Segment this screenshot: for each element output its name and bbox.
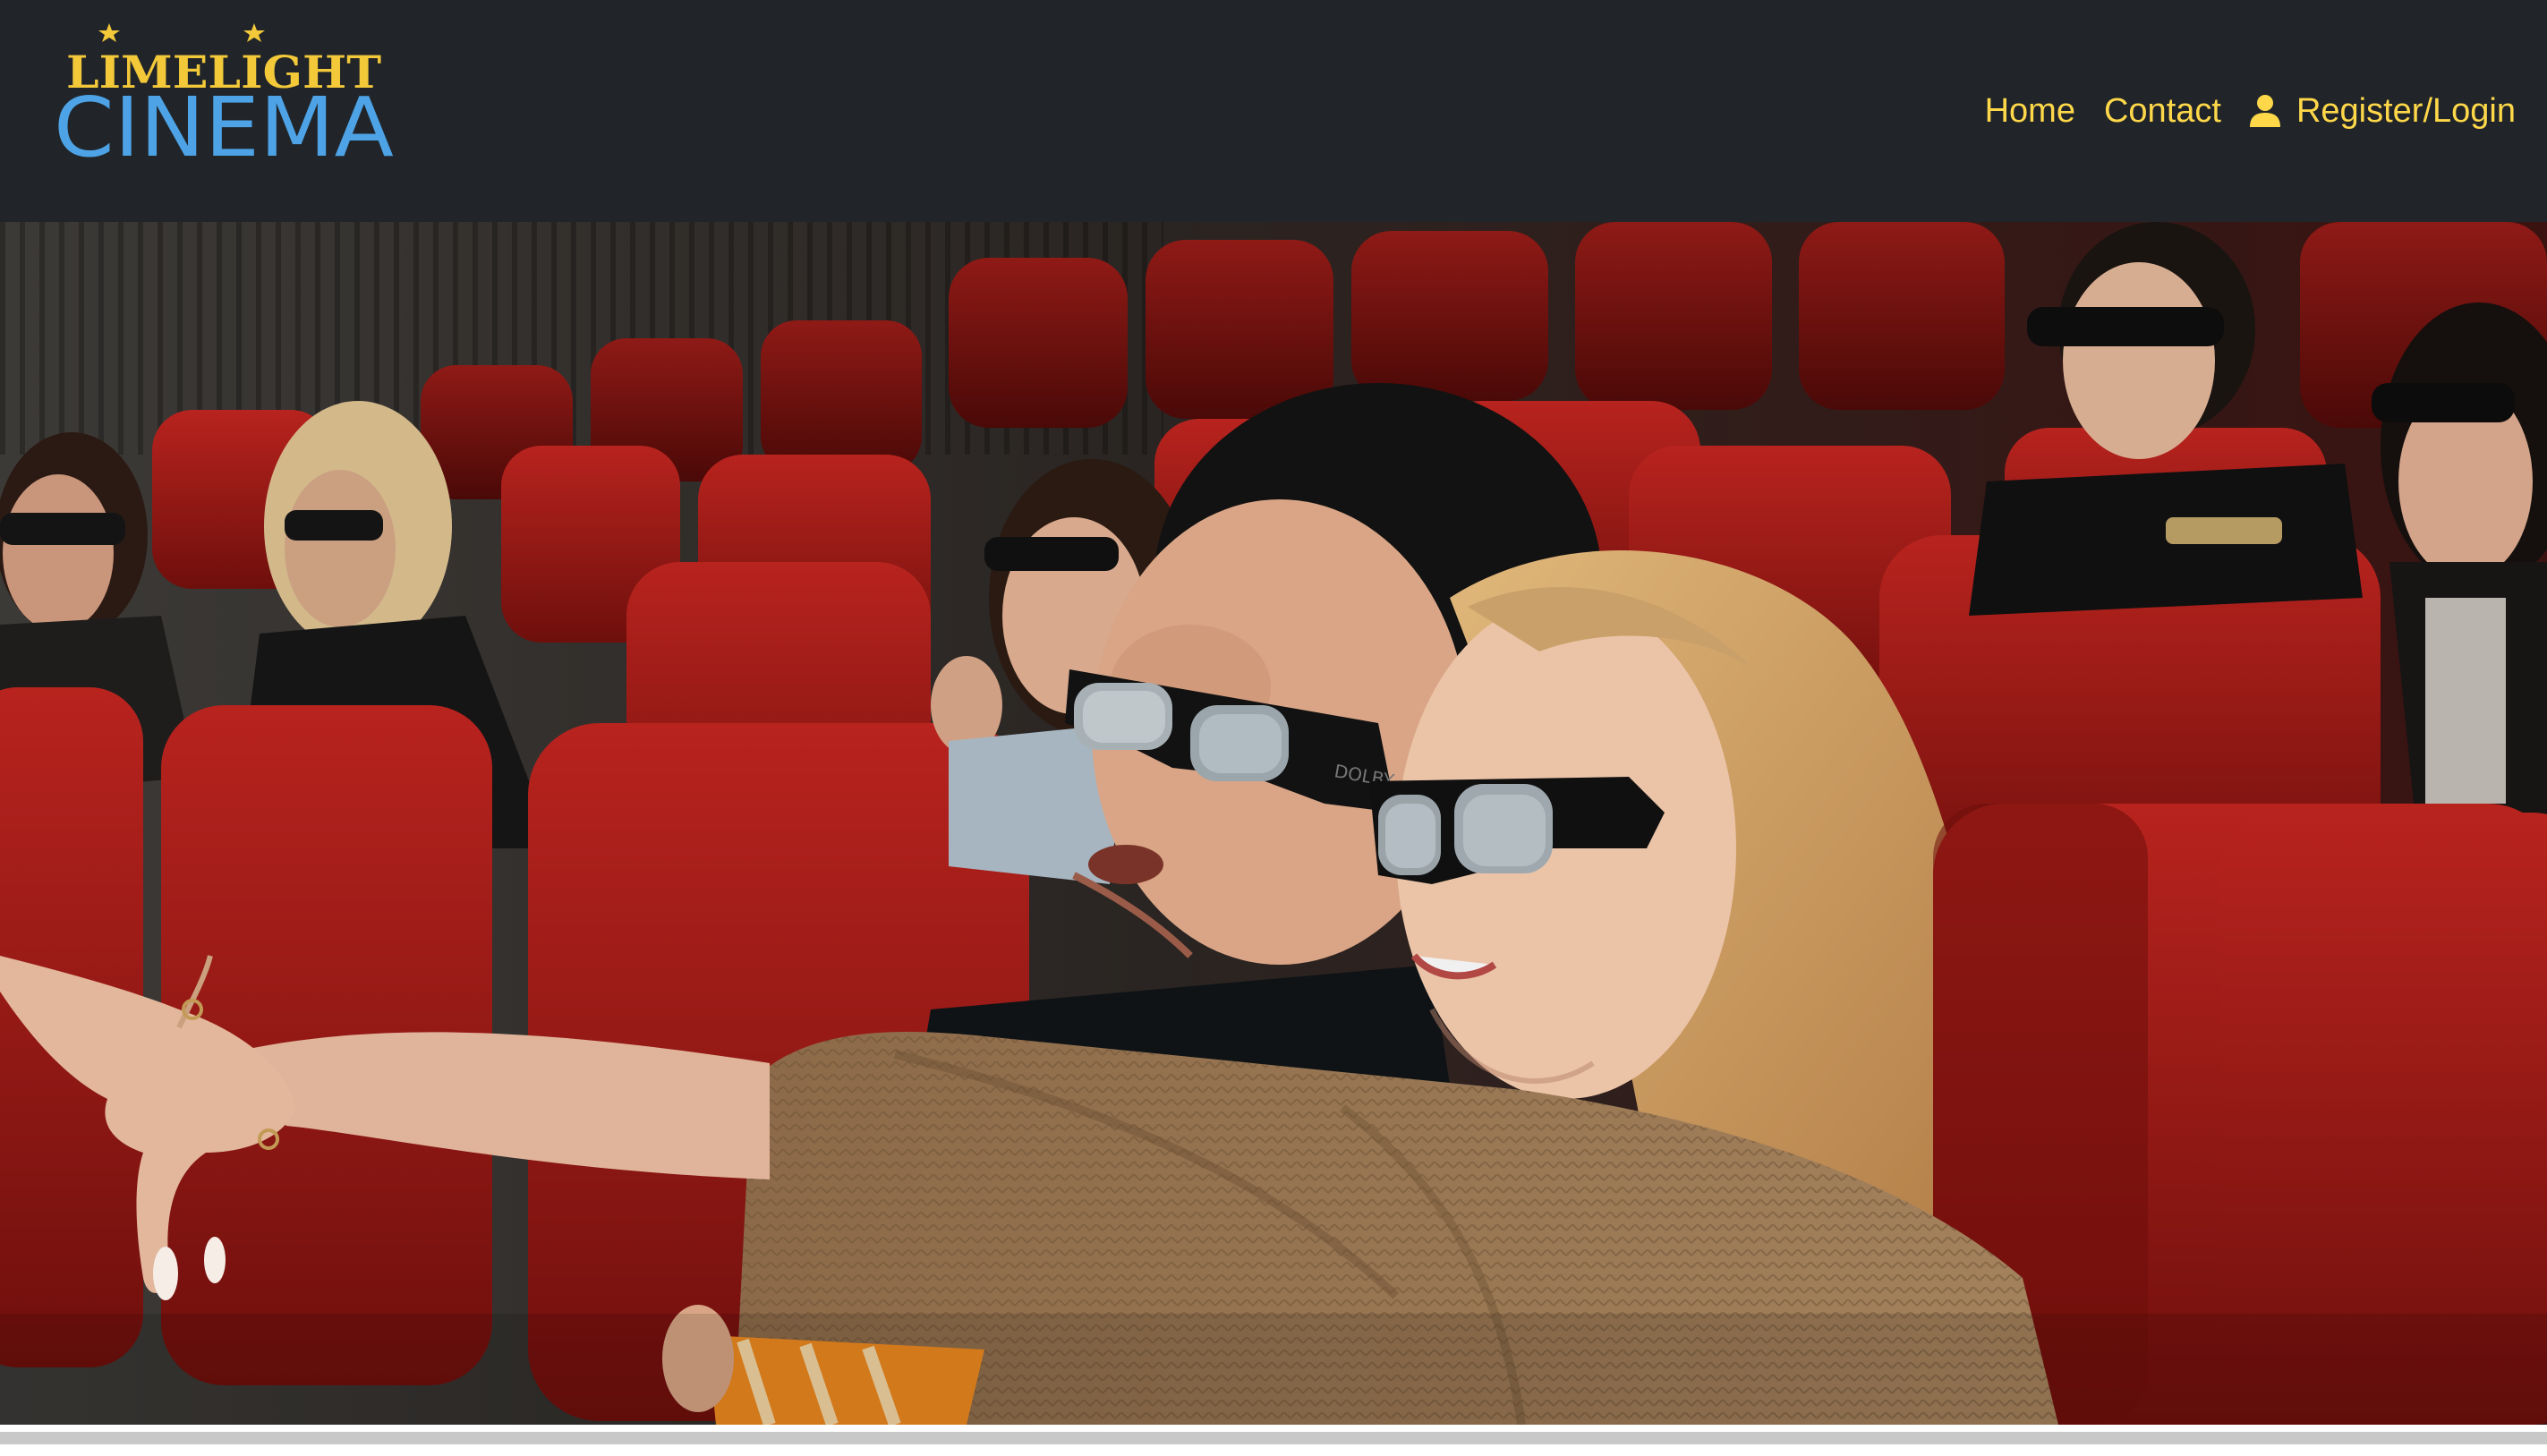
star-icon (243, 23, 265, 42)
hero-image: DOLBY (0, 222, 2547, 1425)
nav-login-label: Register/Login (2296, 92, 2516, 130)
user-icon (2249, 95, 2280, 127)
brand-logo-link[interactable]: LIMELIGHT CINEMA (50, 18, 399, 170)
nav-contact-link[interactable]: Contact (2104, 82, 2221, 140)
brand-logo: LIMELIGHT CINEMA (54, 23, 394, 170)
nav-login-link[interactable]: Register/Login (2249, 82, 2516, 140)
scrollbar-track[interactable] (0, 1432, 2547, 1444)
main-nav: Home Contact Register/Login (1985, 82, 2516, 140)
brand-line2: CINEMA (54, 80, 394, 170)
horizontal-scrollbar[interactable] (0, 1425, 2547, 1456)
cinema-audience-3d-glasses-image: DOLBY (0, 222, 2547, 1425)
navbar: LIMELIGHT CINEMA Home Contact Register/L… (0, 0, 2547, 222)
nav-home-link[interactable]: Home (1985, 82, 2075, 140)
star-icon (98, 23, 120, 42)
